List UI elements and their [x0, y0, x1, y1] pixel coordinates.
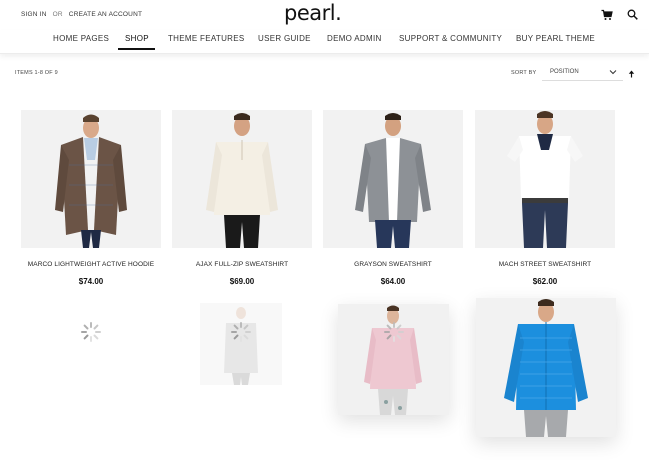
product-name[interactable]: MARCO LIGHTWEIGHT ACTIVE HOODIE	[21, 261, 161, 268]
nav-theme-features[interactable]: THEME FEATURES	[168, 34, 245, 43]
loading-spinner-icon	[81, 322, 101, 342]
site-logo[interactable]: pearl.	[284, 1, 342, 25]
sort-select-value: POSITION	[550, 69, 579, 75]
nav-demo-admin[interactable]: DEMO ADMIN	[327, 34, 382, 43]
product-image[interactable]	[21, 110, 161, 248]
product-card[interactable]: MACH STREET SWEATSHIRT $62.00	[475, 110, 615, 286]
active-nav-indicator	[118, 48, 155, 50]
nav-buy-pearl-theme[interactable]: BUY PEARL THEME	[516, 34, 595, 43]
sort-by-label: SORT BY	[511, 70, 537, 76]
product-name[interactable]: GRAYSON SWEATSHIRT	[323, 261, 463, 268]
sort-select[interactable]: POSITION	[542, 64, 623, 81]
chevron-down-icon	[609, 70, 617, 75]
search-icon[interactable]	[627, 9, 638, 20]
loading-spinner-icon	[231, 322, 251, 342]
product-card[interactable]: MARCO LIGHTWEIGHT ACTIVE HOODIE $74.00	[21, 110, 161, 286]
product-price: $74.00	[78, 277, 104, 286]
product-price: $62.00	[532, 277, 558, 286]
product-image[interactable]	[475, 110, 615, 248]
nav-support-community[interactable]: SUPPORT & COMMUNITY	[399, 34, 502, 43]
loading-spinner-icon	[384, 322, 404, 342]
product-price: $64.00	[380, 277, 406, 286]
arrow-up-icon[interactable]	[628, 70, 635, 78]
product-card[interactable]: GRAYSON SWEATSHIRT $64.00	[323, 110, 463, 286]
nav-home-pages[interactable]: HOME PAGES	[53, 34, 109, 43]
create-account-link[interactable]: CREATE AN ACCOUNT	[69, 11, 142, 18]
nav-shop[interactable]: SHOP	[125, 34, 149, 43]
product-image[interactable]	[323, 110, 463, 248]
product-image[interactable]	[476, 298, 616, 437]
product-price: $69.00	[229, 277, 255, 286]
top-bar: SIGN IN OR CREATE AN ACCOUNT pearl.	[0, 0, 649, 28]
nav-user-guide[interactable]: USER GUIDE	[258, 34, 311, 43]
account-links: SIGN IN OR CREATE AN ACCOUNT	[21, 11, 146, 18]
sign-in-link[interactable]: SIGN IN	[21, 11, 47, 18]
product-image-loading[interactable]	[200, 303, 282, 385]
product-card[interactable]: AJAX FULL-ZIP SWEATSHIRT $69.00	[172, 110, 312, 286]
or-text: OR	[52, 11, 63, 18]
cart-icon[interactable]	[601, 9, 613, 21]
product-name[interactable]: MACH STREET SWEATSHIRT	[475, 261, 615, 268]
main-navigation: HOME PAGES SHOP THEME FEATURES USER GUID…	[0, 30, 649, 54]
product-name[interactable]: AJAX FULL-ZIP SWEATSHIRT	[172, 261, 312, 268]
product-image[interactable]	[172, 110, 312, 248]
items-count: ITEMS 1-8 OF 9	[15, 70, 58, 76]
